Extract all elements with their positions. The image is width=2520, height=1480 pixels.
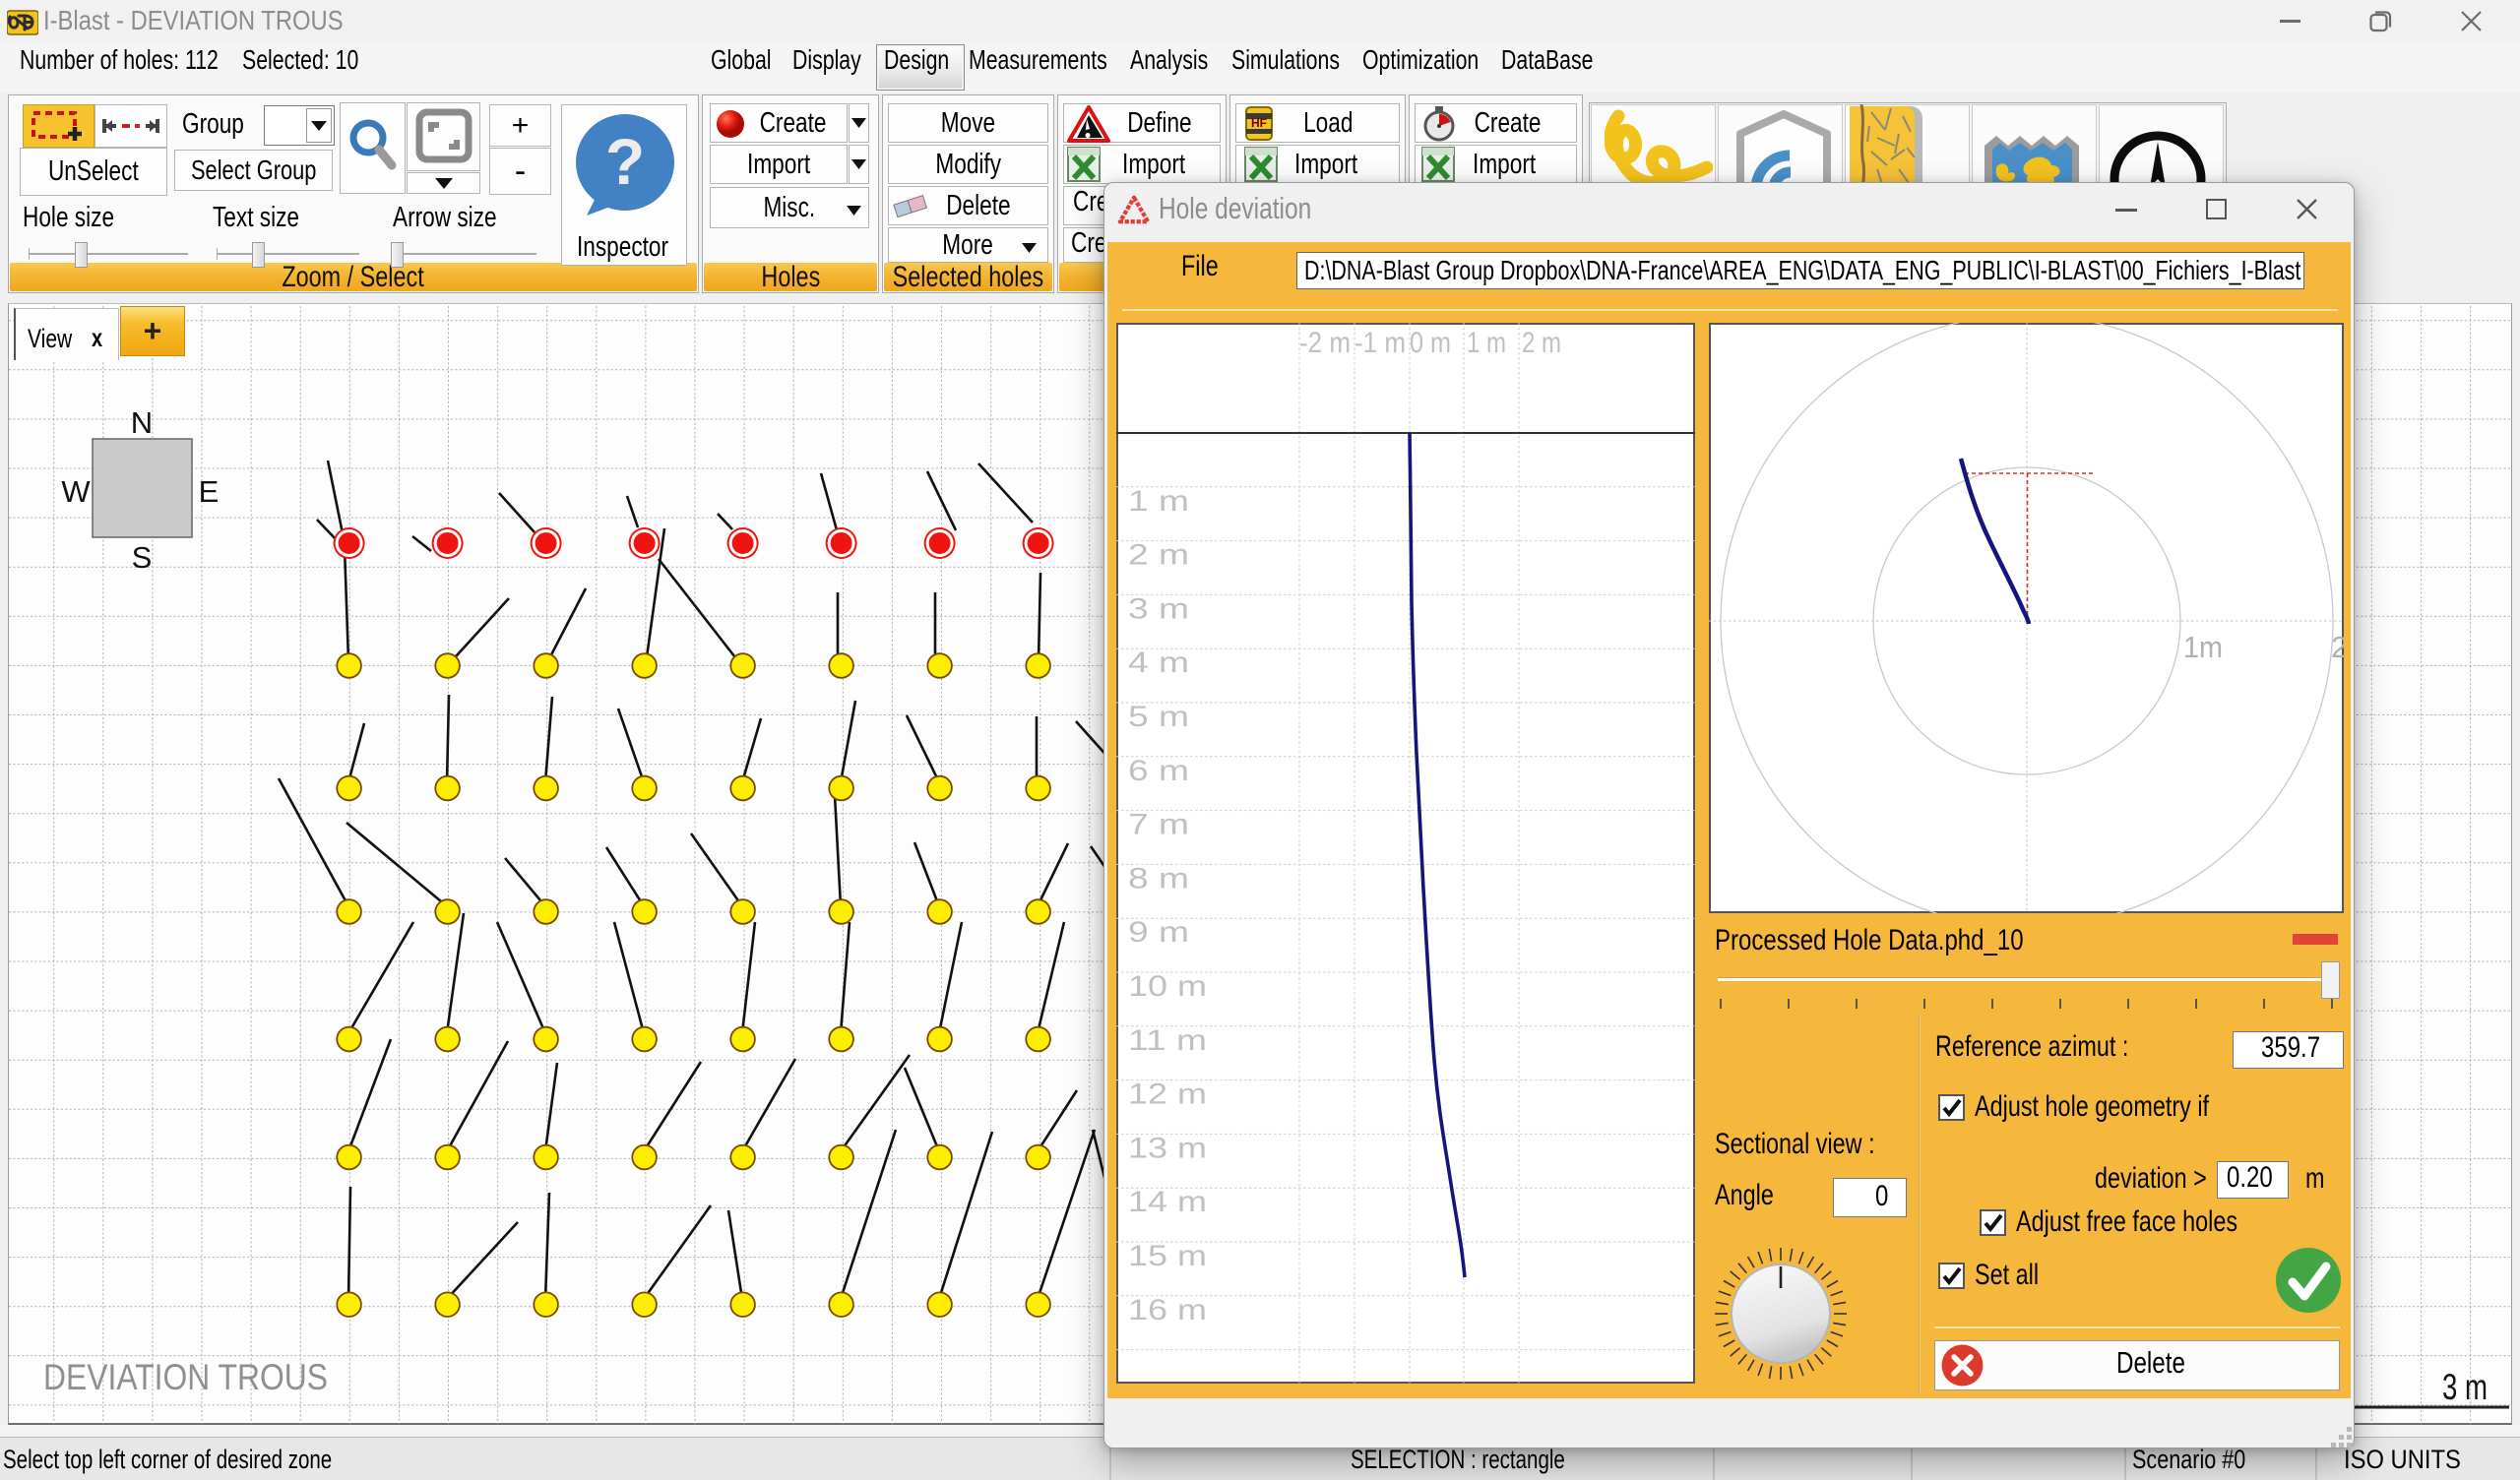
svg-text:15 m: 15 m <box>1128 1240 1207 1272</box>
svg-text:0 m: 0 m <box>1410 327 1451 359</box>
svg-text:9 m: 9 m <box>1128 916 1189 949</box>
svg-text:5 m: 5 m <box>1128 701 1189 733</box>
svg-text:8 m: 8 m <box>1128 862 1189 894</box>
svg-text:?: ? <box>605 125 645 198</box>
svg-text:2 m: 2 m <box>1522 327 1561 359</box>
svg-text:7 m: 7 m <box>1128 809 1189 841</box>
svg-text:W: W <box>61 474 91 509</box>
svg-text:HF: HF <box>1251 116 1267 130</box>
svg-text:14 m: 14 m <box>1128 1186 1207 1218</box>
svg-text:-2 m: -2 m <box>1299 327 1351 359</box>
svg-text:13 m: 13 m <box>1128 1132 1207 1164</box>
svg-text:1 m: 1 m <box>1467 327 1506 359</box>
svg-text:10 m: 10 m <box>1128 970 1207 1003</box>
svg-text:3 m: 3 m <box>1128 592 1189 625</box>
svg-text:6 m: 6 m <box>1128 755 1189 787</box>
svg-text:S: S <box>132 540 153 575</box>
svg-text:1m: 1m <box>2183 630 2223 664</box>
svg-text:16 m: 16 m <box>1128 1294 1207 1326</box>
svg-text:N: N <box>131 405 153 440</box>
svg-text:2 m: 2 m <box>1128 539 1189 572</box>
svg-text:E: E <box>199 474 220 509</box>
svg-text:3 m: 3 m <box>2442 1367 2488 1407</box>
svg-text:-1 m: -1 m <box>1354 327 1406 359</box>
svg-text:2: 2 <box>2331 630 2344 664</box>
svg-text:11 m: 11 m <box>1128 1024 1207 1057</box>
svg-text:1 m: 1 m <box>1128 485 1189 518</box>
svg-text:12 m: 12 m <box>1128 1079 1207 1111</box>
svg-text:4 m: 4 m <box>1128 647 1189 679</box>
svg-text:DEVIATION TROUS: DEVIATION TROUS <box>43 1357 328 1397</box>
